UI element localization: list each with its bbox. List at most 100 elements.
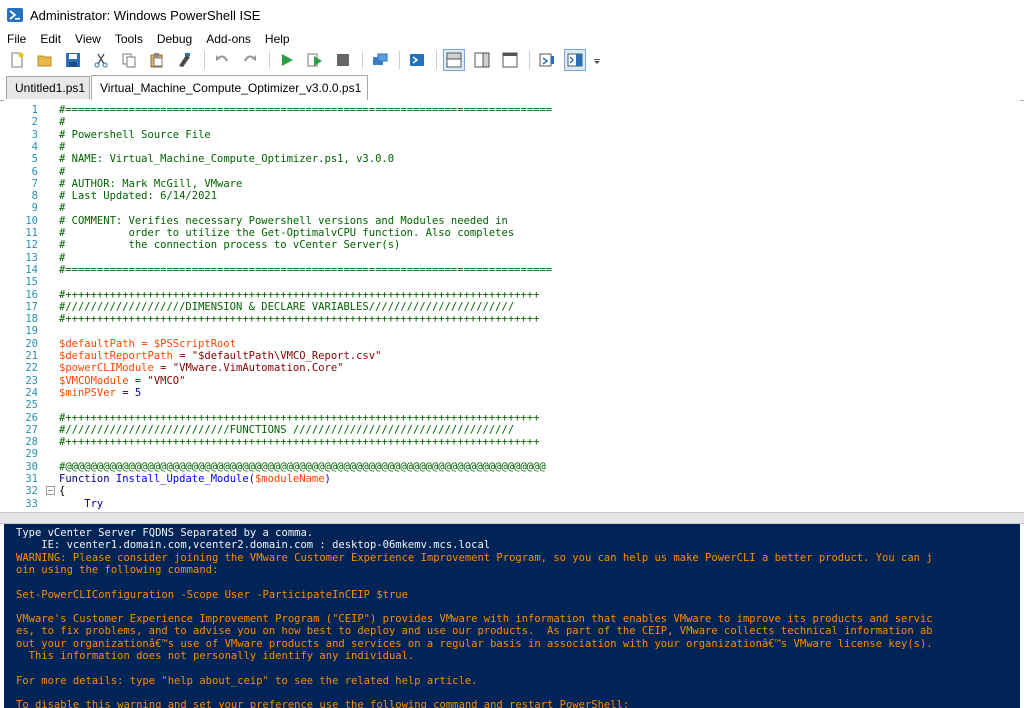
code-text: # COMMENT: Verifies necessary Powershell… bbox=[59, 214, 508, 227]
code-line: 9 # bbox=[4, 202, 1014, 214]
line-number: 7 bbox=[31, 177, 38, 190]
show-script-pane-top-icon[interactable] bbox=[443, 49, 465, 71]
code-line: 18 #+++++++++++++++++++++++++++++++++++++… bbox=[4, 313, 1014, 325]
menu-view[interactable]: View bbox=[68, 32, 108, 46]
run-script-icon[interactable] bbox=[276, 49, 298, 71]
powershell-app-icon bbox=[7, 7, 23, 23]
code-line: 29 bbox=[4, 448, 1014, 460]
save-icon[interactable] bbox=[62, 49, 84, 71]
show-script-pane-right-icon[interactable] bbox=[471, 49, 493, 71]
line-number: 2 bbox=[31, 116, 38, 129]
toolbar-separator bbox=[436, 51, 437, 69]
code-text: # bbox=[59, 202, 66, 215]
code-line: 20 $defaultPath = $PSScriptRoot bbox=[4, 338, 1014, 350]
code-text: # NAME: Virtual_Machine_Compute_Optimize… bbox=[59, 153, 395, 166]
redo-icon[interactable] bbox=[239, 49, 261, 71]
console-line: IE: vcenter1.domain.com,vcenter2.domain.… bbox=[16, 539, 491, 552]
run-selection-icon[interactable] bbox=[304, 49, 326, 71]
code-line: 14 #=====================================… bbox=[4, 264, 1014, 276]
code-text: # Powershell Source File bbox=[59, 128, 211, 141]
tab-label: Untitled1.ps1 bbox=[15, 81, 86, 95]
menu-help[interactable]: Help bbox=[258, 32, 297, 46]
code-text: # AUTHOR: Mark McGill, VMware bbox=[59, 177, 243, 190]
show-command-window-icon[interactable] bbox=[536, 49, 558, 71]
open-file-icon[interactable] bbox=[34, 49, 56, 71]
script-editor[interactable]: 1 #======================================… bbox=[4, 100, 1020, 512]
line-number: 30 bbox=[25, 460, 38, 473]
code-line: 25 bbox=[4, 399, 1014, 411]
code-line: 6 # bbox=[4, 166, 1014, 178]
line-number: 23 bbox=[25, 374, 38, 387]
script-tab-strip: Untitled1.ps1 Virtual_Machine_Compute_Op… bbox=[0, 74, 1024, 101]
code-text: $minPSVer = 5 bbox=[59, 386, 142, 399]
tab-vmco-script[interactable]: Virtual_Machine_Compute_Optimizer_v3.0.0… bbox=[91, 75, 368, 100]
code-text: { bbox=[59, 485, 66, 498]
code-line: 10 # COMMENT: Verifies necessary Powershe… bbox=[4, 215, 1014, 227]
toolbar-overflow-icon[interactable] bbox=[592, 49, 602, 71]
line-number: 8 bbox=[31, 190, 38, 203]
code-text: #///////////////////DIMENSION & DECLARE … bbox=[59, 300, 515, 313]
toolbar-separator bbox=[399, 51, 400, 69]
console-line: oin using the following command: bbox=[16, 563, 219, 576]
menu-edit[interactable]: Edit bbox=[33, 32, 68, 46]
code-line: 33 Try bbox=[4, 498, 1014, 510]
line-number: 21 bbox=[25, 350, 38, 362]
menu-bar: File Edit View Tools Debug Add-ons Help bbox=[0, 30, 1024, 48]
console-line: es, to fix problems, and to advise you o… bbox=[16, 625, 933, 638]
toolbar-separator bbox=[204, 51, 205, 69]
fold-toggle-icon[interactable]: − bbox=[46, 486, 55, 496]
copy-icon[interactable] bbox=[118, 49, 140, 71]
show-script-pane-max-icon[interactable] bbox=[499, 49, 521, 71]
undo-icon[interactable] bbox=[211, 49, 233, 71]
code-line: 15 bbox=[4, 276, 1014, 288]
code-line: 21 $defaultReportPath = "$defaultPath\VMC… bbox=[4, 350, 1014, 362]
tab-untitled1[interactable]: Untitled1.ps1 bbox=[6, 76, 90, 99]
show-command-addon-icon[interactable] bbox=[564, 49, 586, 71]
code-line: 24 $minPSVer = 5 bbox=[4, 387, 1014, 399]
line-number: 15 bbox=[25, 276, 38, 289]
menu-file[interactable]: File bbox=[0, 32, 33, 46]
line-number: 11 bbox=[25, 227, 38, 239]
code-line: 26 #+++++++++++++++++++++++++++++++++++++… bbox=[4, 412, 1014, 424]
code-text: #+++++++++++++++++++++++++++++++++++++++… bbox=[59, 288, 540, 301]
new-file-icon[interactable] bbox=[6, 49, 28, 71]
line-number: 33 bbox=[25, 497, 38, 510]
toolbar-separator bbox=[269, 51, 270, 69]
code-text: $powerCLIModule = "VMware.VimAutomation.… bbox=[59, 362, 344, 375]
code-text: Try bbox=[59, 497, 104, 510]
code-line: 7 # AUTHOR: Mark McGill, VMware bbox=[4, 178, 1014, 190]
code-line: 17 #///////////////////DIMENSION & DECLAR… bbox=[4, 301, 1014, 313]
console-pane[interactable]: Type vCenter Server FQDNS Separated by a… bbox=[4, 524, 1020, 708]
line-number: 3 bbox=[31, 128, 38, 141]
pane-splitter[interactable] bbox=[0, 512, 1024, 524]
line-number: 1 bbox=[31, 104, 38, 116]
code-text: $defaultReportPath = "$defaultPath\VMCO_… bbox=[59, 350, 382, 362]
code-text: # bbox=[59, 165, 66, 178]
line-number: 10 bbox=[25, 214, 38, 227]
line-number: 25 bbox=[25, 399, 38, 412]
title-bar: Administrator: Windows PowerShell ISE bbox=[0, 0, 1024, 30]
code-text: Function Install_Update_Module($moduleNa… bbox=[59, 473, 331, 485]
code-text: #+++++++++++++++++++++++++++++++++++++++… bbox=[59, 411, 540, 424]
clear-console-icon[interactable] bbox=[174, 49, 196, 71]
line-number: 18 bbox=[25, 313, 38, 326]
code-line: 4 # bbox=[4, 141, 1014, 153]
code-line: 3 # Powershell Source File bbox=[4, 129, 1014, 141]
start-powershell-icon[interactable] bbox=[406, 49, 428, 71]
code-text: #=======================================… bbox=[59, 263, 553, 276]
menu-debug[interactable]: Debug bbox=[150, 32, 199, 46]
menu-addons[interactable]: Add-ons bbox=[199, 32, 258, 46]
new-remote-tab-icon[interactable] bbox=[369, 49, 391, 71]
cut-icon[interactable] bbox=[90, 49, 112, 71]
line-number: 13 bbox=[25, 251, 38, 264]
code-line: 1 #======================================… bbox=[4, 104, 1014, 116]
stop-icon[interactable] bbox=[332, 49, 354, 71]
code-text: $VMCOModule = "VMCO" bbox=[59, 374, 186, 387]
line-number: 22 bbox=[25, 362, 38, 375]
paste-icon[interactable] bbox=[146, 49, 168, 71]
code-line: 22 $powerCLIModule = "VMware.VimAutomatio… bbox=[4, 362, 1014, 374]
line-number: 20 bbox=[25, 337, 38, 350]
line-number: 28 bbox=[25, 436, 38, 449]
code-text: # the connection process to vCenter Serv… bbox=[59, 239, 401, 252]
menu-tools[interactable]: Tools bbox=[108, 32, 150, 46]
